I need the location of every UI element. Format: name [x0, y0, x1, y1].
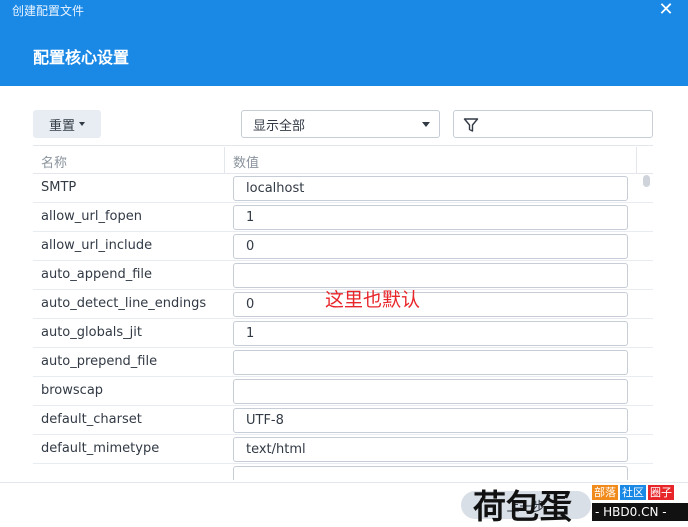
table-row: default_mimetype text/html [33, 435, 653, 464]
setting-name: allow_url_include [41, 238, 153, 253]
display-filter-value: 显示全部 [253, 118, 306, 134]
close-icon[interactable]: ✕ [656, 1, 676, 21]
setting-name: auto_globals_jit [41, 325, 142, 340]
setting-value-input[interactable]: 0 [233, 234, 628, 259]
setting-value-input[interactable] [233, 379, 628, 404]
setting-name: auto_detect_line_endings [41, 296, 207, 311]
setting-value-input[interactable]: 1 [233, 205, 628, 230]
filter-search-input[interactable] [453, 110, 653, 138]
setting-name: browscap [41, 383, 104, 398]
chevron-down-icon [422, 122, 430, 127]
setting-value-input[interactable]: 0 [233, 292, 628, 317]
setting-name: default_mimetype [41, 441, 160, 456]
setting-name: auto_prepend_file [41, 354, 158, 369]
setting-name: auto_append_file [41, 267, 153, 282]
setting-value-input[interactable]: text/html [233, 437, 628, 462]
watermark-logo: 荷包蛋 [473, 487, 572, 526]
annotation-text: 这里也默认 [325, 289, 421, 311]
setting-name: SMTP [41, 180, 77, 195]
watermark-tag: 圈子 [648, 485, 674, 500]
column-divider [224, 147, 225, 174]
table-row: allow_url_fopen 1 [33, 203, 653, 232]
window-title: 创建配置文件 [12, 4, 85, 18]
column-header-name[interactable]: 名称 [41, 152, 67, 171]
table-row: default_charset UTF-8 [33, 406, 653, 435]
watermark-tag: 社区 [620, 485, 646, 500]
setting-value-input[interactable] [233, 350, 628, 375]
table-row: browscap [33, 377, 653, 406]
table-row: auto_prepend_file [33, 348, 653, 377]
reset-button-label: 重置 [48, 118, 75, 134]
funnel-icon[interactable] [463, 117, 479, 133]
column-divider [636, 147, 637, 174]
chevron-down-icon [79, 122, 85, 126]
setting-value-input[interactable]: UTF-8 [233, 408, 628, 433]
watermark-url: - HBD0.CN - [592, 503, 688, 521]
settings-table: 名称 数值 SMTP localhost allow_url_fopen 1 a… [33, 145, 653, 480]
page-title: 配置核心设置 [33, 48, 130, 67]
footer-divider [0, 482, 688, 483]
display-filter-select[interactable]: 显示全部 [241, 110, 440, 138]
watermark-tag: 部落 [592, 485, 618, 500]
toolbar: 重置 显示全部 [0, 110, 688, 140]
table-header: 名称 数值 [33, 145, 653, 174]
dialog-header: 创建配置文件 ✕ 配置核心设置 [0, 0, 688, 86]
setting-value-input[interactable]: localhost [233, 176, 628, 201]
setting-value-input[interactable] [233, 263, 628, 288]
setting-name: default_charset [41, 412, 142, 427]
table-row [33, 464, 653, 480]
table-row: auto_globals_jit 1 [33, 319, 653, 348]
setting-value-input[interactable] [233, 466, 628, 480]
setting-value-input[interactable]: 1 [233, 321, 628, 346]
column-header-value[interactable]: 数值 [233, 152, 259, 171]
watermark-tags: 部落 社区 圈子 [592, 485, 674, 500]
table-row: allow_url_include 0 [33, 232, 653, 261]
create-profile-dialog: 创建配置文件 ✕ 配置核心设置 重置 显示全部 名称 数值 SMTP local… [0, 0, 688, 527]
reset-button[interactable]: 重置 [33, 110, 101, 138]
setting-name: allow_url_fopen [41, 209, 142, 224]
table-scrollbar[interactable] [643, 175, 650, 187]
table-row: SMTP localhost [33, 174, 653, 203]
